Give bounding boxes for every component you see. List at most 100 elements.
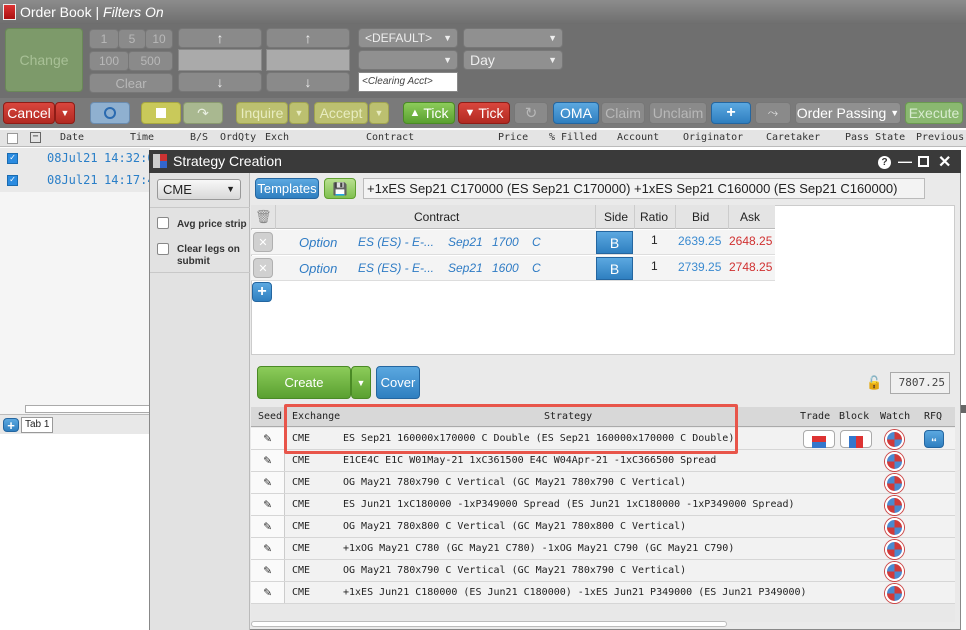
maximize-icon[interactable] (918, 156, 929, 167)
add-tab-button[interactable]: + (3, 418, 19, 433)
qty-preset-1[interactable]: 1 (89, 29, 119, 49)
history-button[interactable] (90, 102, 130, 124)
qty-preset-100[interactable]: 100 (89, 51, 129, 71)
create-dropdown-button[interactable]: ▼ (351, 366, 371, 399)
trash-icon[interactable]: 🗑 (255, 209, 273, 225)
col-bs[interactable]: B/S (190, 132, 208, 143)
leg-type[interactable]: Option (299, 235, 337, 250)
watch-button[interactable] (875, 472, 913, 494)
qty-preset-10[interactable]: 10 (145, 29, 173, 49)
col-filled[interactable]: % Filled (549, 132, 597, 143)
watch-button[interactable] (875, 582, 913, 604)
col-account[interactable]: Account (617, 132, 659, 143)
leg-side-button[interactable]: B (596, 257, 633, 280)
price-input[interactable] (266, 49, 350, 71)
tab-1[interactable]: Tab 1 (21, 417, 53, 433)
col-price[interactable]: Price (498, 132, 528, 143)
price-down-button[interactable]: ↓ (266, 72, 350, 92)
unclaim-button[interactable]: Unclaim (649, 102, 707, 124)
secondary-select[interactable]: ▼ (358, 50, 458, 70)
account-select[interactable]: <DEFAULT> ▼ (358, 28, 458, 48)
leg-strike[interactable]: 1700 (492, 235, 519, 249)
leg-product[interactable]: ES (ES) - E-... (358, 261, 434, 275)
strategy-row[interactable]: ✎ CME +1xES Jun21 C180000 (ES Jun21 C180… (251, 582, 955, 604)
accept-button[interactable]: Accept (314, 102, 368, 124)
tick-up-button[interactable]: ▲ Tick (403, 102, 455, 124)
pencil-icon[interactable]: ✎ (251, 538, 285, 559)
templates-button[interactable]: Templates (255, 178, 319, 199)
refresh-button[interactable]: ↻ (514, 102, 548, 124)
strategy-row[interactable]: ✎ CME OG May21 780x800 C Vertical (GC Ma… (251, 516, 955, 538)
pencil-icon[interactable]: ✎ (251, 450, 285, 471)
qty-preset-500[interactable]: 500 (128, 51, 173, 71)
cancel-dropdown-button[interactable]: ▼ (55, 102, 75, 124)
grid-horizontal-scrollbar[interactable] (25, 405, 150, 413)
qty-down-button[interactable]: ↓ (178, 72, 262, 92)
row-checkbox[interactable]: ✓ (7, 175, 18, 186)
clear-button[interactable]: Clear (89, 73, 173, 93)
strategy-list-scrollbar[interactable] (251, 621, 727, 627)
price-up-button[interactable]: ↑ (266, 28, 350, 48)
watch-button[interactable] (875, 494, 913, 516)
pencil-icon[interactable]: ✎ (251, 560, 285, 581)
inquire-button[interactable]: Inquire (236, 102, 288, 124)
leg-row[interactable]: ✕ Option ES (ES) - E-... Sep21 1600 C B … (251, 256, 775, 281)
change-button[interactable]: Change (5, 28, 83, 92)
cover-price-field[interactable]: 7807.25 (890, 372, 950, 394)
row-checkbox[interactable]: ✓ (7, 153, 18, 164)
qty-preset-5[interactable]: 5 (118, 29, 146, 49)
order-type-select[interactable]: ▼ (463, 28, 563, 48)
qty-input[interactable] (178, 49, 262, 71)
rfq-button[interactable]: ❝ (924, 430, 944, 450)
execute-button[interactable]: Execute (905, 102, 963, 124)
avg-price-strip-checkbox[interactable] (157, 217, 169, 229)
leg-call-put[interactable]: C (532, 261, 541, 275)
close-icon[interactable]: ✕ (938, 152, 951, 172)
block-button[interactable] (840, 430, 872, 448)
time-in-force-select[interactable]: Day ▼ (463, 50, 563, 70)
select-all-checkbox[interactable] (7, 133, 18, 144)
col-time[interactable]: Time (130, 132, 154, 143)
strategy-row[interactable]: ✎ CME +1xOG May21 C780 (GC May21 C780) -… (251, 538, 955, 560)
col-exch[interactable]: Exch (265, 132, 289, 143)
table-row[interactable]: ✓ 08Jul21 14:17:4 (0, 170, 155, 192)
pencil-icon[interactable]: ✎ (251, 582, 285, 603)
pencil-icon[interactable]: ✎ (251, 516, 285, 537)
order-passing-button[interactable]: Order Passing ▼ (795, 102, 901, 124)
accept-dropdown[interactable]: ▼ (369, 102, 389, 124)
inquire-dropdown[interactable]: ▼ (289, 102, 309, 124)
remove-leg-button[interactable]: ✕ (253, 258, 273, 278)
strategy-row[interactable]: ✎ CME OG May21 780x790 C Vertical (GC Ma… (251, 560, 955, 582)
watch-button[interactable] (875, 538, 913, 560)
leg-month[interactable]: Sep21 (448, 235, 483, 249)
route-button[interactable]: ⤳ (755, 102, 791, 124)
leg-ratio[interactable]: 1 (651, 259, 658, 273)
collapse-icon[interactable]: − (30, 132, 41, 143)
cancel-button[interactable]: Cancel (3, 102, 55, 124)
claim-button[interactable]: Claim (601, 102, 645, 124)
col-contract[interactable]: Contract (366, 132, 414, 143)
add-leg-button[interactable]: + (252, 282, 272, 302)
exchange-select[interactable]: CME ▼ (157, 179, 241, 200)
stop-button[interactable] (141, 102, 181, 124)
watch-button[interactable] (875, 516, 913, 538)
tick-down-button[interactable]: ▼ Tick (458, 102, 510, 124)
pencil-icon[interactable]: ✎ (251, 472, 285, 493)
leg-ratio[interactable]: 1 (651, 233, 658, 247)
minimize-icon[interactable]: — (898, 153, 912, 169)
watch-button[interactable] (875, 450, 913, 472)
qty-up-button[interactable]: ↑ (178, 28, 262, 48)
unlock-icon[interactable]: 🔓 (866, 375, 882, 390)
leg-call-put[interactable]: C (532, 235, 541, 249)
trade-button[interactable] (803, 430, 835, 448)
col-originator[interactable]: Originator (683, 132, 743, 143)
watch-button[interactable] (875, 428, 913, 450)
leg-side-button[interactable]: B (596, 231, 633, 254)
cover-button[interactable]: Cover (376, 366, 420, 399)
leg-type[interactable]: Option (299, 261, 337, 276)
pencil-icon[interactable]: ✎ (251, 494, 285, 515)
table-row[interactable]: ✓ 08Jul21 14:32:0 (0, 148, 155, 170)
leg-product[interactable]: ES (ES) - E-... (358, 235, 434, 249)
col-pass-state[interactable]: Pass State (845, 132, 905, 143)
leg-row[interactable]: ✕ Option ES (ES) - E-... Sep21 1700 C B … (251, 230, 775, 255)
